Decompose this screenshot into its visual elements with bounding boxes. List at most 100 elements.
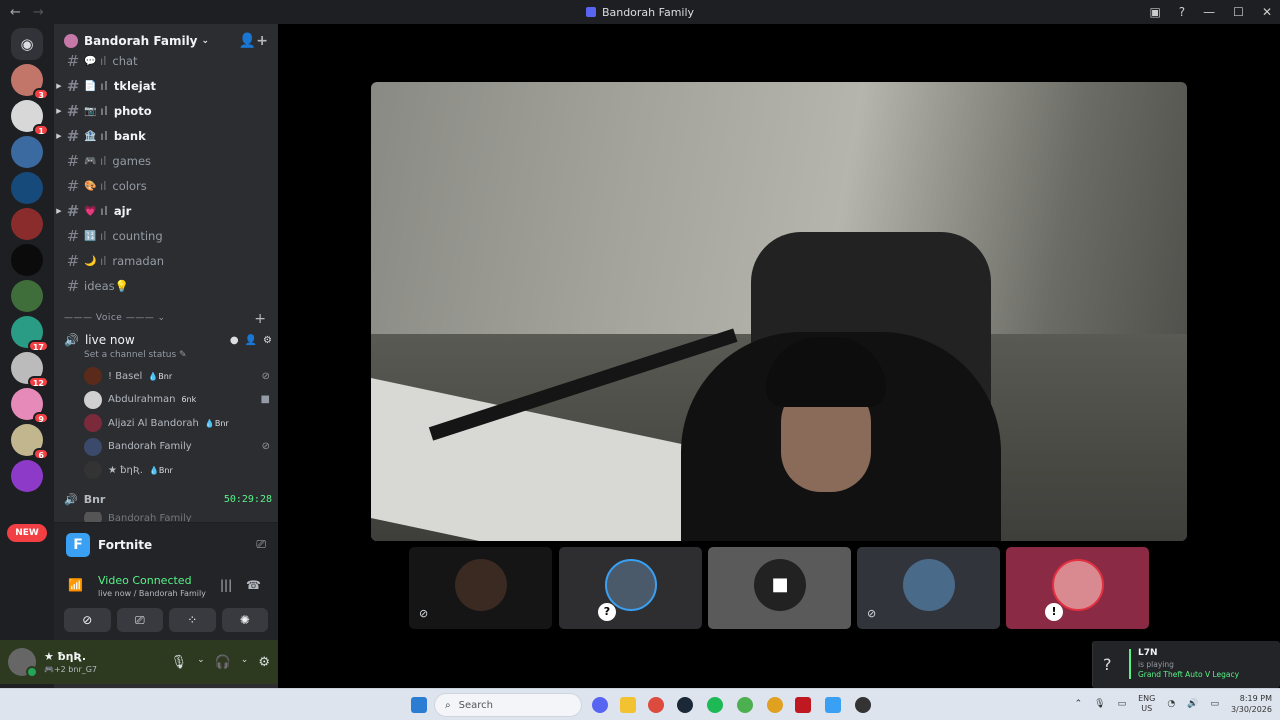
channel-name: games — [112, 154, 152, 168]
signal-icon[interactable]: 📶 — [68, 578, 83, 592]
channel-emoji: 📷 — [84, 105, 97, 117]
add-user-icon[interactable]: 👤 — [245, 335, 257, 346]
call-controls: ⊘ ⎚ ⁘ ✺ — [54, 606, 278, 640]
channel-item[interactable]: ▶ # 📷 ıl photo — [54, 100, 278, 122]
help-icon[interactable]: ? — [1179, 5, 1185, 19]
discord-icon[interactable] — [592, 697, 608, 713]
channel-item[interactable]: # 🔢 ıl counting — [54, 225, 278, 247]
activities-button[interactable]: ⁘ — [169, 608, 216, 632]
steam-icon[interactable] — [677, 697, 693, 713]
soundboard-button[interactable]: ✺ — [221, 608, 268, 632]
chevron-up-icon[interactable]: ⌃ — [1075, 699, 1083, 709]
channel-emoji: 🎨 — [84, 180, 97, 192]
channel-item[interactable]: # 💬 ıl chat — [54, 50, 278, 72]
avatar — [903, 559, 955, 611]
chat-icon[interactable]: ● — [230, 335, 239, 346]
mic-tray-icon[interactable]: 🎙 — [1094, 699, 1105, 709]
close-button[interactable]: ✕ — [1262, 5, 1272, 19]
headphones-icon[interactable]: 🎧 — [215, 655, 231, 670]
channel-status[interactable]: Set a channel status ✎ — [84, 350, 187, 360]
start-icon[interactable] — [411, 697, 427, 713]
server-icon[interactable]: 12 — [11, 352, 49, 388]
app-icon[interactable] — [855, 697, 871, 713]
inbox-icon[interactable]: ▣ — [1149, 5, 1160, 19]
channel-item[interactable]: ▶ # 💗 ıl ajr — [54, 200, 278, 222]
voice-user[interactable]: Abdulrahman 6nk ■ — [84, 390, 270, 410]
server-icon[interactable] — [11, 172, 43, 204]
chrome-profile-2-icon[interactable] — [767, 697, 783, 713]
server-icon[interactable] — [11, 244, 43, 276]
channel-item[interactable]: # 🎮 ıl games — [54, 150, 278, 172]
x-app-icon[interactable] — [795, 697, 811, 713]
volume-icon[interactable]: 🔊 — [1187, 699, 1198, 709]
microphone-icon[interactable]: 🎙 — [171, 655, 188, 670]
settings-icon[interactable]: ⚙ — [263, 335, 272, 346]
server-icon[interactable]: 17 — [11, 316, 49, 352]
channel-item[interactable]: ▶ # 📄 ıl tklejat — [54, 75, 278, 97]
clock[interactable]: 8:19 PM 3/30/2026 — [1231, 693, 1272, 715]
search-box[interactable]: ⌕ Search — [434, 693, 582, 717]
noise-suppression-icon[interactable]: ||| — [220, 578, 232, 592]
voice-user[interactable]: Bandorah Family ⊘ — [84, 437, 270, 457]
language-indicator[interactable]: ENG US — [1138, 694, 1155, 714]
folder-tray-icon[interactable]: ▭ — [1118, 699, 1127, 709]
voice-user[interactable]: ! Basel 💧Bnr ⊘ — [84, 366, 270, 386]
unread-badge: 3 — [33, 88, 49, 100]
settings-icon[interactable]: ⚙ — [258, 655, 270, 670]
voice-category[interactable]: ——— Voice ——— ⌄ — [64, 313, 166, 323]
clock-date: 3/30/2026 — [1230, 705, 1272, 714]
voice-user[interactable]: Aljazi Al Bandorah 💧Bnr — [84, 413, 270, 433]
channel-item[interactable]: ▶ # 🏦 ıl bank — [54, 125, 278, 147]
forward-arrow-icon[interactable]: → — [33, 5, 44, 20]
voice-channel-live-now[interactable]: 🔊 live now ● 👤 ⚙ — [60, 330, 272, 350]
battery-icon[interactable]: ▭ — [1210, 699, 1219, 709]
server-icon[interactable] — [11, 136, 43, 168]
voice-channel-bnr[interactable]: 🔊 Bnr 50:29:28 — [60, 489, 272, 509]
avatar — [605, 559, 657, 611]
share-screen-button[interactable]: ⎚ — [116, 608, 163, 632]
participant-tile[interactable]: ⊘ — [409, 547, 552, 629]
server-icon[interactable] — [11, 460, 43, 492]
channel-item[interactable]: # ideas💡 — [54, 275, 278, 297]
voice-user[interactable]: ★ ƀƞƦ. 💧Bnr — [84, 460, 270, 480]
avatar — [84, 367, 102, 385]
back-arrow-icon[interactable]: ← — [10, 5, 21, 20]
new-badge: NEW — [7, 524, 47, 542]
chevron-down-icon[interactable]: ⌄ — [197, 655, 205, 670]
server-icon[interactable]: 3 — [11, 64, 49, 100]
speaker-icon: 🔊 — [64, 333, 79, 347]
fortnite-taskbar-icon[interactable] — [825, 697, 841, 713]
invite-people-icon[interactable]: 👤+ — [239, 33, 268, 49]
screen-share-icon[interactable]: ⎚ — [256, 537, 266, 552]
camera-off-button[interactable]: ⊘ — [64, 608, 111, 632]
discord-home-icon[interactable]: ◉ — [11, 28, 43, 60]
user-name[interactable]: ★ ƀƞƦ. — [44, 650, 97, 663]
now-playing-toast[interactable]: ? L7N is playing Grand Theft Auto V Lega… — [1092, 641, 1280, 688]
participant-tile[interactable]: ■ — [708, 547, 851, 629]
server-icon[interactable] — [11, 280, 43, 312]
channel-item[interactable]: # 🌙 ıl ramadan — [54, 250, 278, 272]
maximize-button[interactable]: ☐ — [1233, 5, 1244, 19]
chrome-icon[interactable] — [648, 697, 664, 713]
participant-tile[interactable]: ! — [1006, 547, 1149, 629]
search-placeholder: Search — [458, 699, 493, 711]
connection-status[interactable]: Video Connected — [98, 574, 192, 587]
server-icon[interactable] — [11, 208, 43, 240]
file-explorer-icon[interactable] — [620, 697, 636, 713]
spotify-icon[interactable] — [707, 697, 723, 713]
participant-tile[interactable]: ⊘ — [857, 547, 1000, 629]
server-icon[interactable]: 6 — [11, 424, 49, 460]
user-avatar[interactable] — [8, 648, 38, 678]
create-channel-icon[interactable]: + — [254, 311, 266, 327]
main-video[interactable] — [371, 82, 1187, 541]
server-icon[interactable]: 9 — [11, 388, 49, 424]
chrome-profile-icon[interactable] — [737, 697, 753, 713]
disconnect-icon[interactable]: ☎ — [246, 578, 261, 592]
chevron-down-icon[interactable]: ⌄ — [241, 655, 249, 670]
minimize-button[interactable]: — — [1203, 5, 1215, 19]
participant-tile[interactable]: ? — [559, 547, 702, 629]
channel-divider: ıl — [100, 179, 107, 193]
wifi-icon[interactable]: ◔ — [1167, 699, 1175, 709]
server-icon[interactable]: 1 — [11, 100, 49, 136]
channel-item[interactable]: # 🎨 ıl colors — [54, 175, 278, 197]
